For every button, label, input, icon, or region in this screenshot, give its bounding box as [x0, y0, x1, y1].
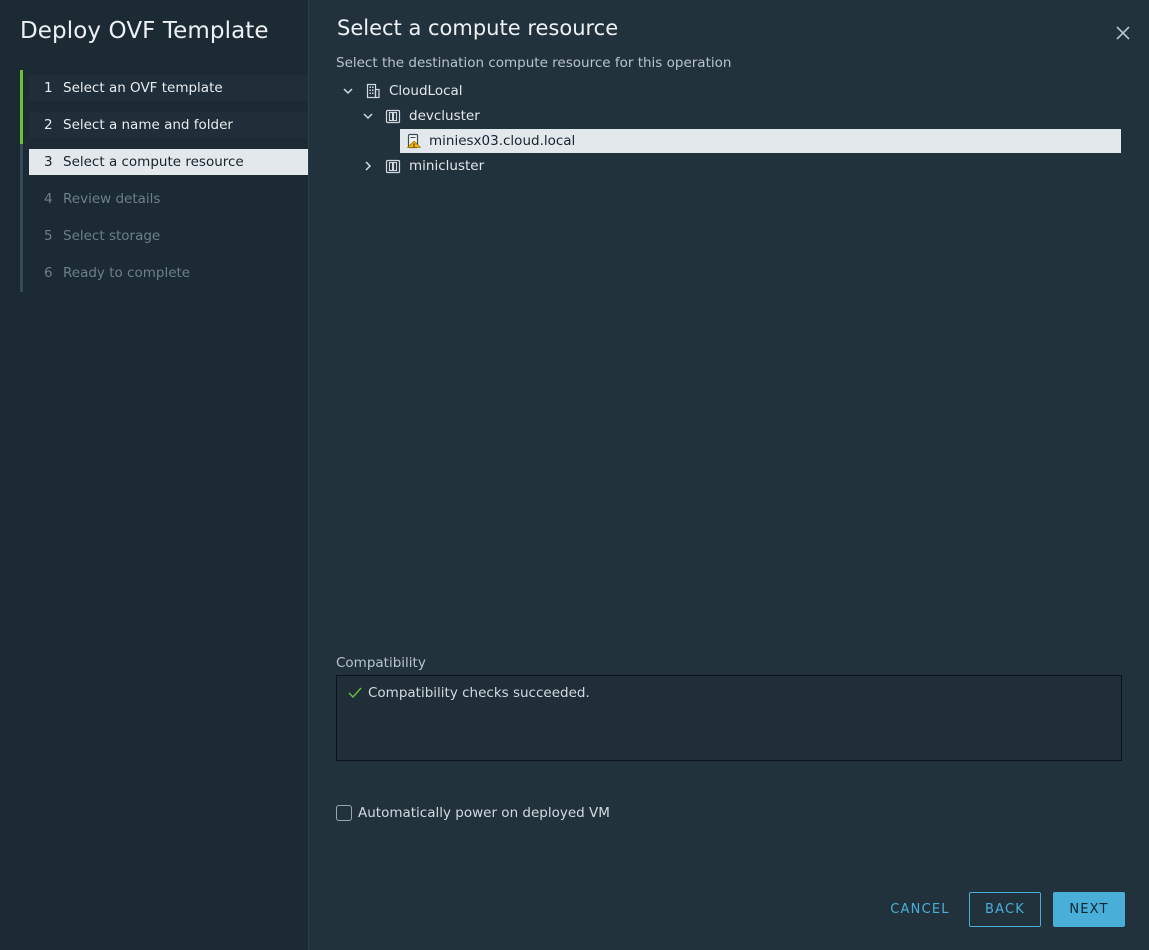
step-number: 2: [44, 117, 53, 133]
cancel-button[interactable]: CANCEL: [880, 892, 960, 927]
host-warning-icon: [406, 133, 422, 149]
check-icon: [348, 687, 362, 699]
wizard-step-4: 4 Review details: [29, 186, 308, 212]
step-label: Review details: [63, 191, 161, 207]
cluster-icon: [385, 159, 401, 174]
step-number: 3: [44, 154, 53, 170]
tree-node-label: miniesx03.cloud.local: [429, 133, 576, 149]
chevron-down-icon[interactable]: [342, 85, 354, 97]
compatibility-label: Compatibility: [336, 655, 426, 671]
next-button[interactable]: NEXT: [1053, 892, 1125, 927]
step-progress-bar-1: [20, 70, 23, 107]
step-number: 1: [44, 80, 53, 96]
tree-node-label: minicluster: [409, 158, 485, 174]
tree-node-datacenter[interactable]: CloudLocal: [336, 79, 736, 103]
back-button[interactable]: BACK: [969, 892, 1041, 927]
power-on-checkbox[interactable]: [336, 805, 352, 821]
step-progress-bar-2: [20, 107, 23, 144]
tree-node-devcluster[interactable]: devcluster: [336, 104, 736, 128]
step-label: Select an OVF template: [63, 80, 223, 96]
wizard-step-2[interactable]: 2 Select a name and folder: [29, 112, 308, 138]
page-subtitle: Select the destination compute resource …: [336, 55, 732, 71]
wizard-step-1[interactable]: 1 Select an OVF template: [29, 75, 308, 101]
tree-node-label: devcluster: [409, 108, 480, 124]
wizard-step-5: 5 Select storage: [29, 223, 308, 249]
compatibility-message: Compatibility checks succeeded.: [368, 685, 590, 701]
step-number: 6: [44, 265, 53, 281]
datacenter-icon: [366, 83, 380, 99]
tree-node-label: CloudLocal: [389, 83, 463, 99]
power-on-label: Automatically power on deployed VM: [358, 805, 610, 821]
step-label: Select a compute resource: [63, 154, 244, 170]
step-number: 4: [44, 191, 53, 207]
power-on-option[interactable]: Automatically power on deployed VM: [336, 804, 610, 822]
compatibility-panel: Compatibility checks succeeded.: [336, 675, 1122, 761]
tree-node-minicluster[interactable]: minicluster: [336, 154, 736, 178]
wizard-step-6: 6 Ready to complete: [29, 260, 308, 286]
close-button[interactable]: [1112, 22, 1134, 44]
wizard-steps: [20, 70, 309, 292]
page-title: Select a compute resource: [337, 16, 619, 40]
tree-node-host-selected[interactable]: miniesx03.cloud.local: [400, 129, 1121, 153]
cluster-icon: [385, 109, 401, 124]
step-label: Select a name and folder: [63, 117, 233, 133]
chevron-down-icon[interactable]: [362, 110, 374, 122]
step-number: 5: [44, 228, 53, 244]
step-label: Select storage: [63, 228, 161, 244]
wizard-title: Deploy OVF Template: [20, 18, 269, 44]
close-icon: [1116, 26, 1130, 40]
chevron-right-icon[interactable]: [362, 160, 374, 172]
wizard-step-3[interactable]: 3 Select a compute resource: [29, 149, 308, 175]
wizard-sidebar: Deploy OVF Template 1 Select an OVF templ…: [0, 0, 309, 950]
step-label: Ready to complete: [63, 265, 191, 281]
